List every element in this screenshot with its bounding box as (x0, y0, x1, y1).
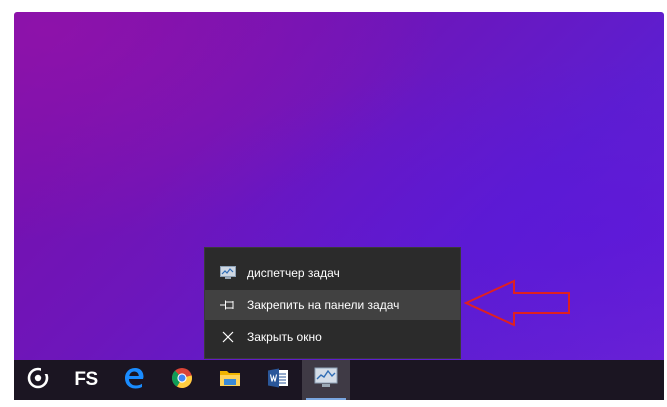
menu-item-pin-to-taskbar[interactable]: Закрепить на панели задач (205, 290, 460, 320)
menu-item-close-window[interactable]: Закрыть окно (205, 322, 460, 352)
word-icon (267, 368, 289, 393)
fs-icon: FS (74, 369, 98, 390)
pin-icon (219, 296, 237, 314)
close-icon (219, 328, 237, 346)
taskbar-app-fs[interactable]: FS (62, 360, 110, 400)
chrome-icon (171, 367, 193, 394)
taskbar-context-menu: диспетчер задач Закрепить на панели зада… (204, 247, 461, 359)
circle-logo-icon (26, 366, 50, 395)
folder-icon (219, 368, 241, 393)
taskbar-app-word[interactable] (254, 360, 302, 400)
taskbar-app-file-explorer[interactable] (206, 360, 254, 400)
menu-item-label: диспетчер задач (247, 266, 340, 280)
task-manager-icon (219, 264, 237, 282)
red-arrow-annotation (463, 279, 570, 327)
taskbar-app-groove[interactable] (14, 360, 62, 400)
taskbar-app-task-manager[interactable] (302, 360, 350, 400)
edge-icon (123, 367, 145, 394)
task-manager-icon (314, 367, 338, 394)
taskbar: FS (14, 360, 664, 400)
taskbar-app-edge[interactable] (110, 360, 158, 400)
menu-item-label: Закрыть окно (247, 330, 322, 344)
taskbar-app-chrome[interactable] (158, 360, 206, 400)
menu-item-task-manager[interactable]: диспетчер задач (205, 258, 460, 288)
menu-item-label: Закрепить на панели задач (247, 298, 400, 312)
